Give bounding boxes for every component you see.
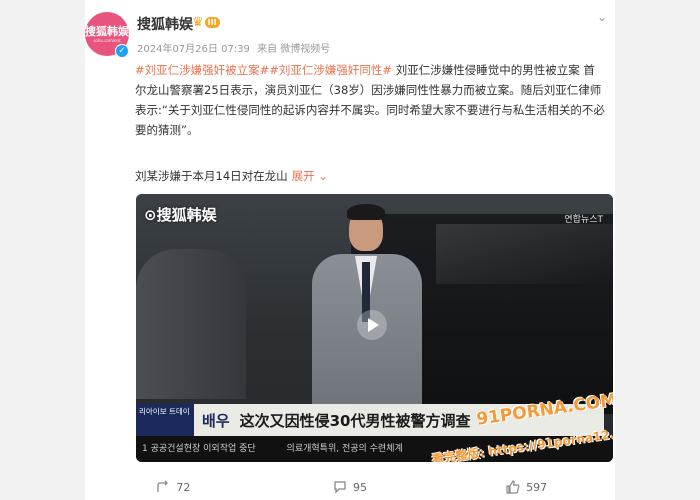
video-bystander bbox=[136, 249, 246, 399]
post-source: 来自 微博视频号 bbox=[257, 44, 331, 55]
weibo-post-card: 搜狐韩娱 sohu.com/ent ✓ 搜狐韩娱 ♛ III 2024年07月2… bbox=[85, 0, 615, 500]
post-meta: 2024年07月26日 07:39 来自 微博视频号 bbox=[137, 40, 334, 55]
expand-link[interactable]: 展开 ⌄ bbox=[292, 169, 328, 183]
repost-button[interactable]: 72 bbox=[85, 474, 262, 500]
repost-icon bbox=[157, 480, 169, 492]
video-summary: 刘某涉嫌于本月14日对在龙山 展开 ⌄ bbox=[135, 168, 328, 184]
comment-icon bbox=[334, 481, 346, 494]
video-watermark-left: ⊙搜狐韩娱 bbox=[144, 206, 217, 224]
video-man-hair bbox=[347, 204, 385, 220]
comment-button[interactable]: 95 bbox=[262, 474, 439, 500]
vip-badge[interactable]: ♛ III bbox=[192, 15, 226, 30]
hashtag-2[interactable]: #刘亚仁涉嫌强奸同性# bbox=[269, 63, 392, 77]
summary-text: 刘某涉嫌于本月14日对在龙山 bbox=[135, 169, 288, 183]
thumbs-up-icon bbox=[506, 480, 520, 494]
avatar-logo-subtext: sohu.com/ent bbox=[93, 37, 121, 43]
chevron-down-icon[interactable]: ⌄ bbox=[597, 10, 607, 24]
video-player[interactable]: ⊙搜狐韩娱 연합뉴스T 리아이보 트데이 배우 这次又因性侵30代男性被警方调查… bbox=[136, 194, 613, 462]
like-count: 597 bbox=[526, 480, 548, 494]
verified-badge-icon: ✓ bbox=[115, 44, 129, 58]
hashtag-1[interactable]: #刘亚仁涉嫌强奸被立案# bbox=[135, 63, 269, 77]
like-button[interactable]: 597 bbox=[438, 474, 615, 500]
comment-count: 95 bbox=[353, 480, 367, 494]
vip-level: III bbox=[204, 17, 220, 28]
post-text: #刘亚仁涉嫌强奸被立案##刘亚仁涉嫌强奸同性# 刘亚仁涉嫌性侵睡觉中的男性被立案… bbox=[135, 60, 605, 140]
ticker-item-1: 1 공공건설현장 이외작업 중단 bbox=[142, 444, 256, 454]
news-title: 这次又因性侵30代男性被警方调查 bbox=[239, 411, 471, 430]
news-category: 배우 bbox=[202, 411, 230, 430]
news-caption-left: 리아이보 트데이 bbox=[136, 404, 194, 436]
chevron-down-icon: ⌄ bbox=[318, 169, 328, 183]
ticker-item-2: 의료개혁특위, 전공의 수련체계 bbox=[286, 444, 403, 454]
avatar-logo-text: 搜狐韩娱 bbox=[85, 24, 129, 38]
post-actions: 72 95 597 bbox=[85, 474, 615, 500]
account-name[interactable]: 搜狐韩娱 bbox=[137, 14, 193, 34]
post-timestamp: 2024年07月26日 07:39 bbox=[137, 44, 250, 55]
expand-label: 展开 bbox=[291, 169, 315, 183]
video-reflection bbox=[436, 224, 613, 284]
crown-icon: ♛ bbox=[192, 15, 204, 30]
play-icon[interactable] bbox=[357, 310, 387, 340]
repost-count: 72 bbox=[176, 480, 191, 494]
video-watermark-right: 연합뉴스T bbox=[564, 215, 603, 225]
